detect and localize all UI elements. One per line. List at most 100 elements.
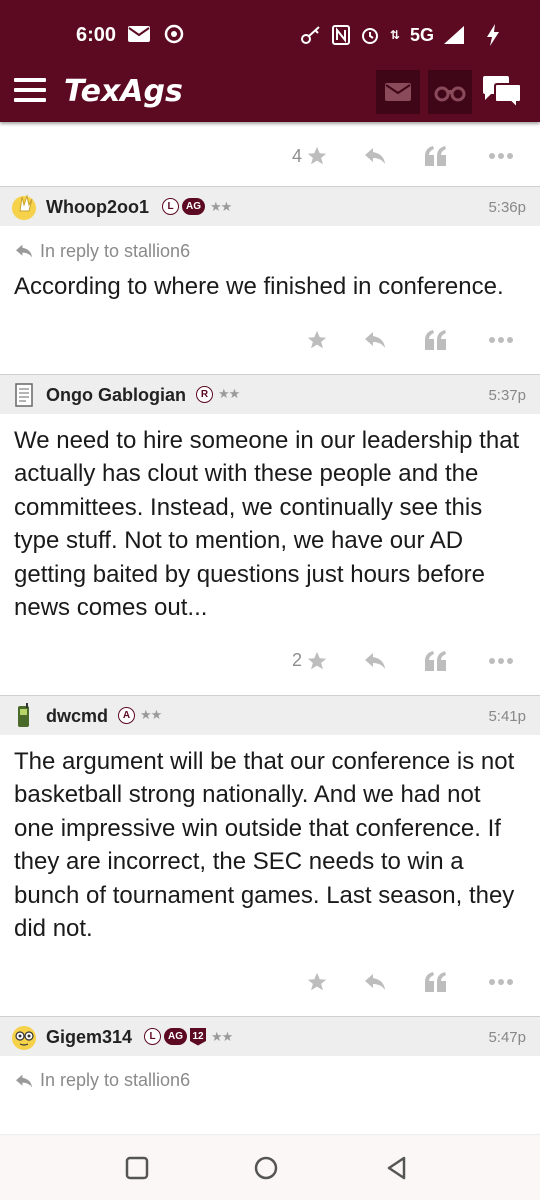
post-header: dwcmd A ★★ 5:41p [0, 694, 540, 735]
user-stars: ★★ [218, 386, 240, 401]
reply-arrow-icon [365, 652, 385, 669]
star-button[interactable] [306, 328, 328, 352]
chat-button[interactable] [480, 70, 524, 114]
username[interactable]: Gigem314 [46, 1027, 132, 1048]
reply-button[interactable] [363, 649, 387, 673]
app-bar: TexAgs [0, 66, 540, 122]
recents-square-icon[interactable] [124, 1155, 150, 1181]
post-actions [0, 946, 540, 1016]
data-arrows-icon: ⇅ [389, 28, 400, 42]
thread-content[interactable]: 4 Whoop2oo1 L AG ★★ 5:36p In reply to st… [0, 122, 540, 1134]
hamburger-menu-icon[interactable] [14, 78, 46, 104]
post-time: 5:37p [488, 386, 526, 404]
more-dots-icon [489, 336, 513, 343]
reply-to-link[interactable]: In reply to stallion6 [0, 226, 540, 262]
reply-arrow-icon [16, 1074, 32, 1087]
reply-button[interactable] [363, 970, 387, 994]
quote-icon [425, 329, 446, 350]
reply-to-text: In reply to stallion6 [40, 1070, 191, 1090]
star-icon [307, 330, 327, 348]
avatar[interactable] [10, 1023, 38, 1051]
quote-button[interactable] [425, 970, 447, 994]
quote-icon [425, 650, 446, 671]
post-body: The argument will be that our conference… [14, 747, 515, 943]
user-badges: A ★★ [118, 706, 162, 724]
star-icon [307, 146, 327, 165]
user-stars: ★★ [210, 198, 232, 214]
binoculars-icon [434, 86, 466, 102]
post-header: Ongo Gablogian R ★★ 5:37p [0, 373, 540, 414]
badge-12th-man: 12 [190, 1027, 206, 1046]
quote-button[interactable] [425, 328, 447, 352]
more-dots-icon [489, 153, 513, 159]
user-stars: ★★ [211, 1028, 233, 1044]
badge-l: L [144, 1028, 161, 1045]
username[interactable]: Ongo Gablogian [46, 385, 186, 406]
username[interactable]: Whoop2oo1 [46, 197, 149, 218]
avatar[interactable] [10, 193, 38, 221]
reply-arrow-icon [365, 973, 385, 990]
reply-arrow-icon [16, 244, 32, 258]
post-actions: 2 [0, 625, 540, 695]
more-dots-icon [489, 657, 513, 664]
post-header: Gigem314 L AG 12 ★★ 5:47p [0, 1015, 540, 1056]
badge-ag: AG [182, 198, 205, 215]
post-body: According to where we finished in confer… [14, 273, 504, 300]
avatar[interactable] [10, 381, 38, 409]
user-stars: ★★ [140, 707, 162, 722]
signal-icon [444, 26, 464, 44]
post-actions: 4 [0, 122, 540, 186]
home-circle-icon[interactable] [253, 1155, 279, 1181]
post: dwcmd A ★★ 5:41p The argument will be th… [0, 694, 540, 1016]
key-icon [300, 26, 320, 44]
reply-arrow-icon [365, 331, 385, 348]
more-options-button[interactable] [488, 328, 514, 352]
post-body: We need to hire someone in our leadershi… [14, 426, 520, 622]
post-actions [0, 304, 540, 374]
more-options-button[interactable] [488, 970, 514, 994]
reply-to-link[interactable]: In reply to stallion6 [0, 1056, 540, 1092]
star-button[interactable]: 2 [292, 649, 328, 673]
quote-icon [425, 146, 446, 166]
chrome-icon [164, 24, 184, 44]
watch-button[interactable] [428, 70, 472, 114]
system-nav-bar [0, 1134, 540, 1200]
post: Gigem314 L AG 12 ★★ 5:47p In reply to st… [0, 1015, 540, 1092]
texags-logo[interactable]: TexAgs [64, 74, 183, 109]
more-options-button[interactable] [488, 649, 514, 673]
charging-icon [487, 24, 499, 46]
chat-bubbles-icon [483, 76, 522, 110]
more-dots-icon [489, 978, 513, 985]
back-triangle-icon[interactable] [384, 1155, 410, 1181]
status-time: 6:00 [76, 24, 117, 46]
badge-ag: AG [164, 1028, 187, 1045]
reply-button[interactable] [363, 144, 387, 168]
alarm-icon [361, 28, 378, 44]
reply-to-text: In reply to stallion6 [40, 240, 191, 261]
star-count: 4 [291, 145, 302, 166]
user-badges: L AG ★★ [162, 198, 232, 215]
messages-button[interactable] [376, 70, 420, 114]
user-badges: R ★★ [196, 385, 240, 403]
nfc-icon [331, 25, 350, 45]
reply-button[interactable] [363, 328, 387, 352]
post-time: 5:41p [488, 707, 526, 725]
post: Ongo Gablogian R ★★ 5:37p We need to hir… [0, 373, 540, 695]
status-bar: 6:00 ⇅ 5G [0, 0, 540, 66]
more-options-button[interactable] [488, 144, 514, 168]
reply-arrow-icon [365, 148, 385, 164]
badge-a: A [118, 706, 135, 724]
network-type: 5G [409, 24, 434, 45]
quote-button[interactable] [425, 144, 447, 168]
star-icon [307, 651, 327, 669]
quote-button[interactable] [425, 649, 447, 673]
star-count: 2 [291, 650, 302, 670]
star-button[interactable]: 4 [292, 144, 328, 168]
star-button[interactable] [306, 970, 328, 994]
post-header: Whoop2oo1 L AG ★★ 5:36p [0, 186, 540, 226]
quote-icon [425, 971, 446, 992]
avatar[interactable] [10, 702, 38, 730]
username[interactable]: dwcmd [46, 706, 108, 727]
badge-l: L [162, 198, 179, 215]
user-badges: L AG 12 ★★ [144, 1027, 233, 1046]
